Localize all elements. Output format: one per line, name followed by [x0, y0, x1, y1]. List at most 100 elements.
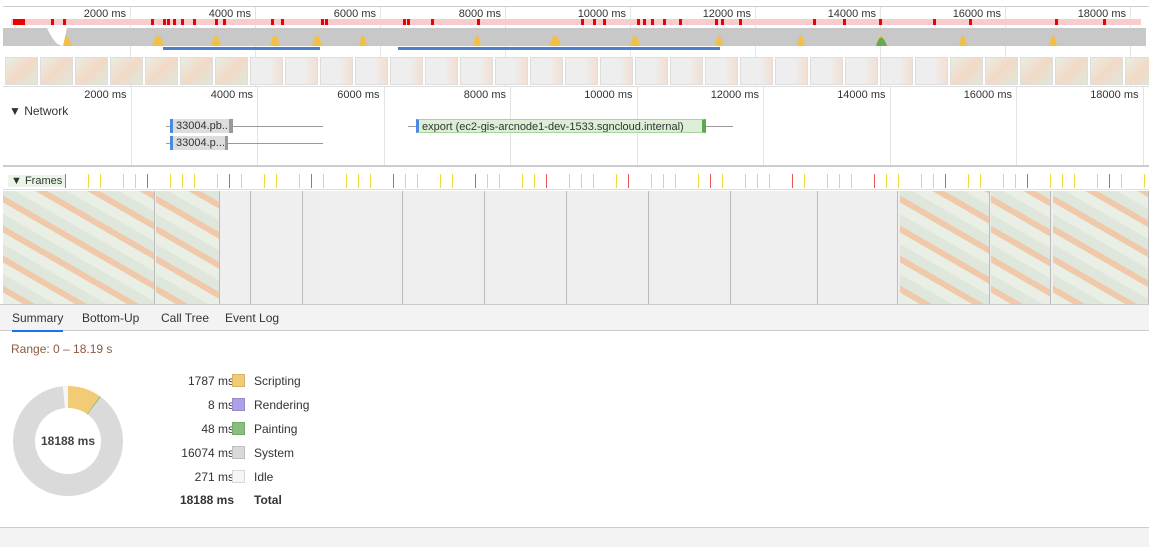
legend-label: Scripting — [254, 374, 301, 388]
network-label: Network — [24, 104, 69, 118]
frame-screenshot[interactable] — [991, 191, 1051, 304]
tab-event-log[interactable]: Event Log — [225, 311, 279, 325]
screenshot-thumb — [985, 57, 1018, 85]
frame-screenshot[interactable] — [323, 191, 403, 304]
legend-item: 1787 ms Scripting — [160, 374, 460, 394]
legend-label: Rendering — [254, 398, 310, 412]
network-request[interactable]: export (ec2-gis-arcnode1-dev-1533.sgnclo… — [416, 119, 706, 133]
time-tick: 2000 ms — [84, 89, 127, 101]
screenshot-thumb — [1020, 57, 1053, 85]
tab-call-tree[interactable]: Call Tree — [161, 311, 209, 325]
frame-screenshot[interactable] — [818, 191, 898, 304]
frame-screenshot[interactable] — [651, 191, 731, 304]
legend-value: 1787 ms — [187, 374, 234, 388]
network-request[interactable]: 33004.p... — [170, 136, 228, 150]
legend-value: 271 ms — [194, 470, 234, 484]
legend-value: 16074 ms — [181, 446, 234, 460]
screenshot-thumb — [180, 57, 213, 85]
frame-screenshot[interactable] — [487, 191, 567, 304]
legend-swatch — [232, 470, 245, 483]
legend-swatch — [232, 374, 245, 387]
screenshot-thumb — [215, 57, 248, 85]
frames-track: ▼ Frames — [3, 172, 1149, 304]
screenshot-thumb — [775, 57, 808, 85]
screenshot-strip — [3, 57, 1149, 85]
screenshot-thumb — [740, 57, 773, 85]
screenshot-thumb — [565, 57, 598, 85]
screenshot-thumb — [320, 57, 353, 85]
time-tick: 8000 ms — [463, 89, 506, 101]
screenshot-thumb — [495, 57, 528, 85]
time-tick: 18000 ms — [1090, 89, 1139, 101]
screenshot-thumb — [75, 57, 108, 85]
screenshot-thumb — [880, 57, 913, 85]
timeline-overview[interactable]: 2000 ms 4000 ms 6000 ms 8000 ms 10000 ms 1200… — [3, 6, 1149, 87]
screenshot-thumb — [285, 57, 318, 85]
time-tick: 16000 ms — [963, 89, 1012, 101]
network-request[interactable]: 33004.pb... — [170, 119, 233, 133]
screenshot-thumb — [110, 57, 143, 85]
frame-screenshot[interactable] — [569, 191, 649, 304]
screenshot-thumb — [1055, 57, 1088, 85]
legend-label: Painting — [254, 422, 298, 436]
screenshot-thumb — [950, 57, 983, 85]
legend-label: Idle — [254, 470, 274, 484]
screenshot-thumb — [390, 57, 423, 85]
time-tick: 14000 ms — [837, 89, 886, 101]
resize-handle[interactable] — [3, 165, 1149, 167]
total-value: 18188 ms — [179, 493, 234, 507]
screenshot-thumb — [670, 57, 703, 85]
frames-label: Frames — [24, 175, 63, 187]
screenshot-thumb — [145, 57, 178, 85]
time-tick: 10000 ms — [584, 89, 633, 101]
time-tick: 12000 ms — [710, 89, 759, 101]
status-bar — [0, 527, 1149, 547]
network-header[interactable]: ▼ Network — [9, 104, 68, 118]
legend-total: 18188 ms Total — [160, 493, 460, 513]
screenshot-thumb — [40, 57, 73, 85]
legend-swatch — [232, 398, 245, 411]
screenshot-thumb — [530, 57, 563, 85]
screenshot-thumb — [1125, 57, 1149, 85]
frame-screenshot[interactable] — [253, 191, 303, 304]
screenshot-thumb — [600, 57, 633, 85]
frame-screenshot[interactable] — [900, 191, 990, 304]
frame-screenshot[interactable] — [1053, 191, 1149, 304]
screenshot-thumb — [250, 57, 283, 85]
frames-header[interactable]: ▼ Frames — [8, 175, 66, 187]
screenshot-thumb — [810, 57, 843, 85]
frame-screenshot[interactable] — [156, 191, 220, 304]
legend-label: System — [254, 446, 295, 460]
screenshot-thumb — [425, 57, 458, 85]
tab-bottom-up[interactable]: Bottom-Up — [82, 311, 139, 325]
total-label: Total — [254, 493, 282, 507]
screenshot-thumb — [635, 57, 668, 85]
screenshot-thumb — [5, 57, 38, 85]
frame-screenshot[interactable] — [221, 191, 251, 304]
screenshot-thumb — [355, 57, 388, 85]
legend-swatch — [232, 422, 245, 435]
request-label: export (ec2-gis-arcnode1-dev-1533.sgnclo… — [422, 121, 684, 133]
legend-value: 48 ms — [201, 422, 234, 436]
pie-total: 18188 ms — [40, 434, 96, 448]
screenshot-thumb — [1090, 57, 1123, 85]
screenshot-thumb — [915, 57, 948, 85]
tab-summary[interactable]: Summary — [12, 311, 64, 332]
legend-item: 48 ms Painting — [160, 422, 460, 442]
request-label: 33004.pb... — [176, 120, 232, 132]
legend-item: 8 ms Rendering — [160, 398, 460, 418]
legend-swatch — [232, 446, 245, 459]
summary-range: Range: 0 – 18.19 s — [11, 342, 113, 356]
legend-item: 16074 ms System — [160, 446, 460, 466]
request-label: 33004.p... — [176, 137, 225, 149]
frame-screenshot[interactable] — [733, 191, 818, 304]
frame-screenshot[interactable] — [405, 191, 485, 304]
time-tick: 6000 ms — [337, 89, 380, 101]
frame-screenshot[interactable] — [3, 191, 155, 304]
details-tabbar: Summary Bottom-Up Call Tree Event Log — [0, 304, 1149, 332]
screenshot-thumb — [845, 57, 878, 85]
legend-item: 271 ms Idle — [160, 470, 460, 490]
time-tick: 4000 ms — [210, 89, 253, 101]
screenshot-thumb — [460, 57, 493, 85]
network-track: 2000 ms 4000 ms 6000 ms 8000 ms 10000 ms 1200… — [3, 86, 1149, 167]
